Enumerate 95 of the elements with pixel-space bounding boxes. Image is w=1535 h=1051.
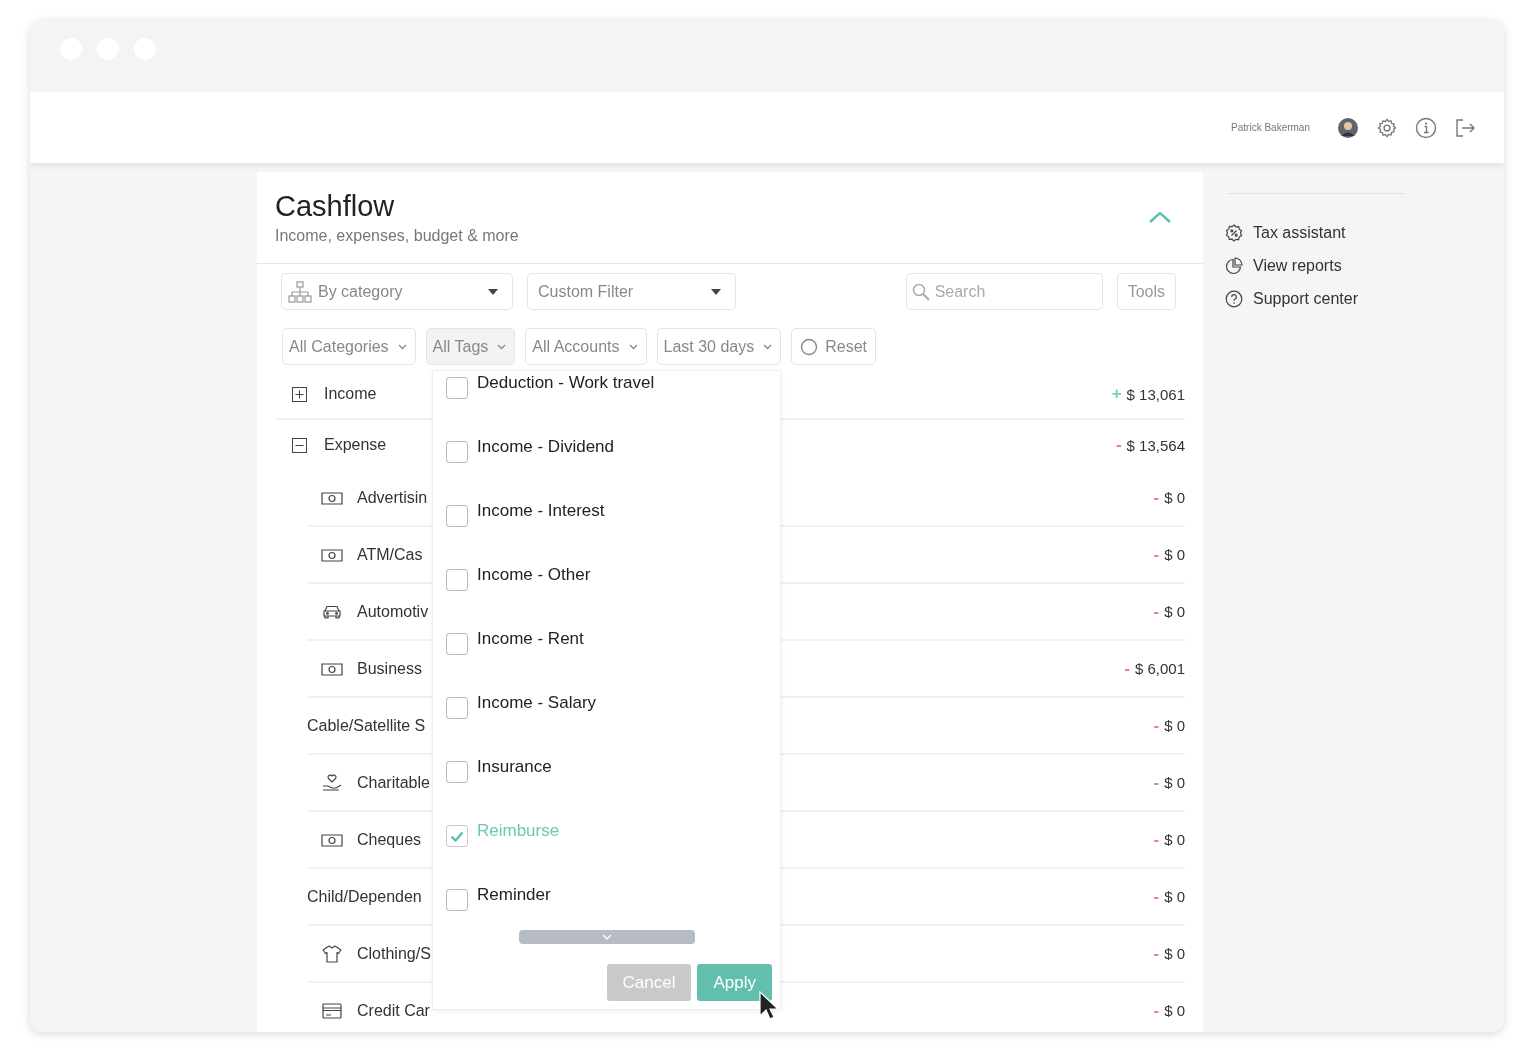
expand-icon[interactable] bbox=[292, 386, 307, 402]
checkbox[interactable] bbox=[446, 889, 468, 911]
sign-symbol: - bbox=[1153, 602, 1160, 621]
amount: $ 0 bbox=[1164, 888, 1185, 905]
tag-option[interactable]: Income - Salary bbox=[477, 693, 597, 713]
checkbox[interactable] bbox=[446, 377, 468, 399]
filter-dropdown[interactable]: All Accounts bbox=[525, 328, 647, 365]
sign-symbol: + bbox=[1111, 385, 1122, 403]
group-by-select[interactable]: By category bbox=[281, 273, 513, 310]
amount: $ 0 bbox=[1164, 831, 1185, 848]
checkbox[interactable] bbox=[446, 825, 468, 847]
sidebar-link[interactable]: Support center bbox=[1225, 282, 1405, 315]
scroll-bar[interactable] bbox=[519, 930, 695, 944]
category-name: Advertisin bbox=[357, 488, 428, 507]
credit-card-icon bbox=[321, 1002, 343, 1019]
caret-icon bbox=[488, 288, 498, 295]
help-icon bbox=[1225, 289, 1243, 308]
amount: $ 0 bbox=[1164, 489, 1185, 506]
percent-badge-icon bbox=[1225, 223, 1243, 242]
amount: $ 0 bbox=[1164, 603, 1185, 620]
tag-option[interactable]: Income - Interest bbox=[477, 501, 605, 521]
hand-heart-icon bbox=[321, 773, 343, 792]
search-icon bbox=[911, 283, 930, 301]
custom-filter-select[interactable]: Custom Filter bbox=[527, 273, 736, 310]
filter-dropdown[interactable]: All Categories bbox=[282, 328, 416, 365]
search-field[interactable]: Search bbox=[905, 273, 1103, 310]
filter-dropdown[interactable]: Last 30 days bbox=[656, 328, 782, 365]
category-name: ATM/Cas bbox=[357, 545, 423, 564]
category-name: Clothing/S bbox=[357, 944, 431, 963]
banknote-icon bbox=[321, 832, 343, 847]
chevron-down-icon bbox=[763, 343, 773, 350]
checkbox[interactable] bbox=[446, 761, 468, 783]
tag-option[interactable]: Deduction - Work travel bbox=[477, 373, 655, 393]
category-name: Automotiv bbox=[357, 602, 429, 621]
sign-symbol: - bbox=[1153, 716, 1160, 735]
tag-option[interactable]: Income - Other bbox=[477, 565, 591, 585]
user-name: Patrick Bakerman bbox=[1231, 122, 1310, 133]
avatar-icon[interactable] bbox=[1337, 116, 1359, 139]
banknote-icon bbox=[321, 547, 343, 562]
sign-symbol: - bbox=[1124, 659, 1130, 678]
circle-icon bbox=[800, 337, 819, 356]
check-icon bbox=[450, 830, 464, 842]
hierarchy-icon bbox=[288, 280, 312, 303]
category-name: Credit Car bbox=[357, 1001, 430, 1020]
sign-symbol: - bbox=[1153, 488, 1160, 507]
sign-symbol: - bbox=[1153, 545, 1160, 564]
checkbox[interactable] bbox=[446, 441, 468, 463]
amount: $ 0 bbox=[1164, 1002, 1185, 1019]
tag-option[interactable]: Income - Rent bbox=[477, 629, 584, 649]
chevron-down-icon bbox=[397, 343, 407, 350]
chevron-down-icon bbox=[602, 934, 612, 940]
chevron-down-icon bbox=[628, 343, 638, 350]
sign-symbol: - bbox=[1153, 944, 1160, 963]
shirt-icon bbox=[321, 944, 343, 963]
category-name: Business bbox=[357, 659, 422, 678]
amount: $ 0 bbox=[1164, 945, 1185, 962]
settings-icon[interactable] bbox=[1376, 116, 1398, 139]
sign-symbol: - bbox=[1115, 436, 1122, 454]
sign-symbol: - bbox=[1153, 773, 1160, 792]
checkbox[interactable] bbox=[446, 633, 468, 655]
sidebar-link[interactable]: Tax assistant bbox=[1225, 216, 1405, 249]
collapse-icon[interactable] bbox=[292, 437, 307, 453]
chevron-down-icon bbox=[497, 343, 507, 350]
amount: $ 13,564 bbox=[1126, 436, 1185, 454]
amount: $ 0 bbox=[1164, 717, 1185, 734]
caret-icon bbox=[711, 288, 721, 295]
banknote-icon bbox=[321, 661, 343, 676]
banknote-icon bbox=[321, 490, 343, 505]
checkbox[interactable] bbox=[446, 697, 468, 719]
tag-option[interactable]: Income - Dividend bbox=[477, 437, 614, 457]
pie-chart-icon bbox=[1225, 256, 1243, 275]
tag-option[interactable]: Reminder bbox=[477, 885, 551, 905]
reset-button[interactable]: Reset bbox=[791, 328, 877, 365]
amount: $ 13,061 bbox=[1126, 385, 1185, 403]
logout-icon[interactable] bbox=[1454, 116, 1476, 139]
category-name: Income bbox=[324, 385, 377, 403]
sign-symbol: - bbox=[1153, 887, 1160, 906]
card-title: Cashflow bbox=[275, 189, 396, 224]
amount: $ 0 bbox=[1164, 774, 1185, 791]
amount: $ 6,001 bbox=[1134, 660, 1185, 677]
sign-symbol: - bbox=[1153, 1001, 1160, 1020]
sidebar-link[interactable]: View reports bbox=[1225, 249, 1405, 282]
category-name: Expense bbox=[324, 436, 387, 454]
category-name: Cable/Satellite S bbox=[307, 716, 426, 735]
tag-option[interactable]: Insurance bbox=[477, 757, 552, 777]
category-name: Charitable bbox=[357, 773, 430, 792]
amount: $ 0 bbox=[1164, 546, 1185, 563]
category-name: Cheques bbox=[357, 830, 422, 849]
checkbox[interactable] bbox=[446, 505, 468, 527]
info-icon[interactable] bbox=[1415, 116, 1437, 139]
car-icon bbox=[321, 604, 343, 619]
category-name: Child/Dependen bbox=[307, 887, 422, 906]
checkbox[interactable] bbox=[446, 569, 468, 591]
sign-symbol: - bbox=[1153, 830, 1160, 849]
card-subtitle: Income, expenses, budget & more bbox=[275, 227, 519, 245]
